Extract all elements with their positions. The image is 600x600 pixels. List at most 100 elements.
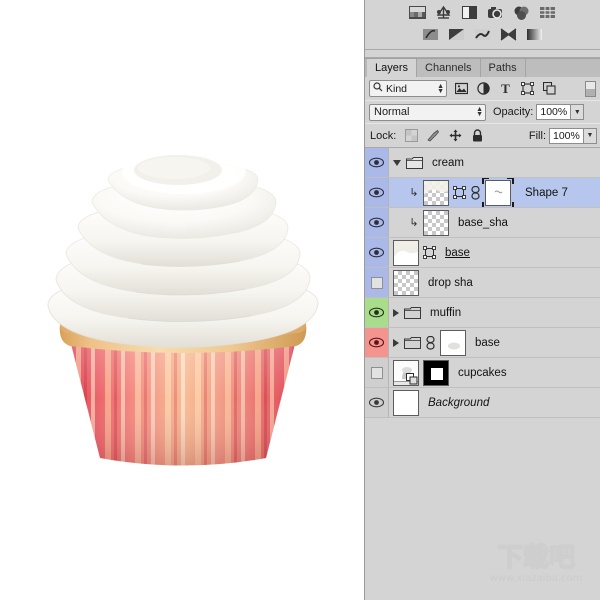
levels-icon[interactable] xyxy=(435,5,452,21)
layer-thumbnail-cupcakes[interactable] xyxy=(393,359,419,386)
layer-body-base-sha[interactable]: ↳ base_sha xyxy=(389,208,600,237)
opacity-input[interactable]: 100% xyxy=(536,104,572,120)
exposure-icon[interactable] xyxy=(487,5,504,21)
eye-icon xyxy=(369,337,384,348)
layer-name-base-sha[interactable]: base_sha xyxy=(458,217,508,229)
layer-name-base-group[interactable]: base xyxy=(475,337,500,349)
layer-body-base-group[interactable]: base xyxy=(389,328,600,357)
layer-body-base-shape[interactable]: base xyxy=(389,238,600,267)
lock-transparency-icon[interactable] xyxy=(405,129,419,142)
layer-row-background[interactable]: Background xyxy=(365,388,600,418)
layer-body-drop-sha[interactable]: drop sha xyxy=(389,268,600,297)
layer-name-cream[interactable]: cream xyxy=(432,157,464,169)
visibility-off-icon[interactable] xyxy=(370,366,383,379)
filter-pixel-layers-icon[interactable] xyxy=(454,82,469,95)
cupcake-illustration xyxy=(47,150,319,466)
layer-thumbnail-background[interactable] xyxy=(393,389,419,416)
layer-row-base-shape[interactable]: base xyxy=(365,238,600,268)
visibility-toggle-shape-7[interactable] xyxy=(365,178,389,207)
layer-row-muffin[interactable]: muffin xyxy=(365,298,600,328)
filter-kind-select[interactable]: Kind ▲ ▼ xyxy=(369,80,447,97)
visibility-toggle-background[interactable] xyxy=(365,388,389,417)
photoshop-window: Layers Channels Paths Kind ▲ ▼ T Normal … xyxy=(0,0,600,600)
layer-row-drop-sha[interactable]: drop sha xyxy=(365,268,600,298)
brightness-contrast-icon[interactable] xyxy=(409,5,426,21)
opacity-dropdown-button[interactable]: ▼ xyxy=(571,104,585,120)
layer-mask-thumbnail-base-group[interactable] xyxy=(440,329,466,356)
clipping-mask-arrow-icon: ↳ xyxy=(409,187,419,199)
group-expand-triangle-icon[interactable] xyxy=(393,159,401,166)
color-balance-icon[interactable] xyxy=(422,27,439,43)
layer-thumbnail-drop-sha[interactable] xyxy=(393,269,419,296)
svg-text:T: T xyxy=(501,82,510,95)
visibility-toggle-base-sha[interactable] xyxy=(365,208,389,237)
canvas-area[interactable] xyxy=(0,0,364,600)
eye-icon xyxy=(369,187,384,198)
cupcake-artwork xyxy=(8,128,358,473)
group-expand-triangle-icon[interactable] xyxy=(393,338,399,347)
blend-row: Normal ▲ ▼ Opacity: 100% ▼ xyxy=(365,101,600,123)
layer-row-shape-7[interactable]: ↳ Shape 7 xyxy=(365,178,600,208)
layer-body-cupcakes[interactable]: cupcakes xyxy=(389,358,600,387)
tab-channels[interactable]: Channels xyxy=(417,59,481,77)
fill-label: Fill: xyxy=(528,129,546,142)
layer-row-cream[interactable]: cream xyxy=(365,148,600,178)
layer-body-background[interactable]: Background xyxy=(389,388,600,417)
visibility-toggle-base-shape[interactable] xyxy=(365,238,389,267)
vector-mask-thumbnail-shape-7[interactable] xyxy=(482,178,514,207)
link-icon[interactable] xyxy=(470,185,481,200)
lock-position-icon[interactable] xyxy=(449,129,462,142)
layer-name-drop-sha[interactable]: drop sha xyxy=(428,277,473,289)
layer-row-cupcakes[interactable]: cupcakes xyxy=(365,358,600,388)
curves-icon[interactable] xyxy=(461,5,478,21)
channel-mixer-icon[interactable] xyxy=(500,27,517,43)
layer-row-base-group[interactable]: base xyxy=(365,328,600,358)
visibility-toggle-cupcakes[interactable] xyxy=(365,358,389,387)
layer-row-base-sha[interactable]: ↳ base_sha xyxy=(365,208,600,238)
eye-icon xyxy=(369,247,384,258)
hue-saturation-icon[interactable] xyxy=(539,5,556,21)
layer-name-background[interactable]: Background xyxy=(428,397,489,409)
layer-mask-thumbnail-cupcakes[interactable] xyxy=(423,359,449,386)
vibrance-icon[interactable] xyxy=(513,5,530,21)
layer-name-base-shape[interactable]: base xyxy=(445,247,470,259)
lock-image-icon[interactable] xyxy=(427,129,440,142)
link-icon[interactable] xyxy=(425,335,436,350)
layer-thumbnail-base-sha[interactable] xyxy=(423,209,449,236)
filter-icons: T xyxy=(454,81,556,96)
filter-type-layers-icon[interactable]: T xyxy=(499,81,512,96)
vector-mask-badge-icon[interactable] xyxy=(423,246,436,259)
visibility-off-icon[interactable] xyxy=(370,276,383,289)
layer-body-cream[interactable]: cream xyxy=(389,148,600,177)
visibility-toggle-muffin[interactable] xyxy=(365,298,389,327)
layer-name-cupcakes[interactable]: cupcakes xyxy=(458,367,507,379)
lock-all-icon[interactable] xyxy=(471,129,484,142)
layers-panel-empty-area xyxy=(365,418,600,528)
filter-adjustment-layers-icon[interactable] xyxy=(477,82,490,95)
photo-filter-icon[interactable] xyxy=(474,27,491,43)
gradient-map-icon[interactable] xyxy=(526,27,543,43)
visibility-toggle-drop-sha[interactable] xyxy=(365,268,389,297)
adjustments-strip xyxy=(365,0,600,49)
lock-row: Lock: Fill: 100% ▼ xyxy=(365,124,600,147)
black-white-icon[interactable] xyxy=(448,27,465,43)
filter-shape-layers-icon[interactable] xyxy=(521,82,534,95)
layer-body-muffin[interactable]: muffin xyxy=(389,298,600,327)
blend-mode-select[interactable]: Normal ▲ ▼ xyxy=(369,103,486,121)
layer-thumbnail-base-shape[interactable] xyxy=(393,239,419,266)
group-expand-triangle-icon[interactable] xyxy=(393,308,399,317)
visibility-toggle-cream[interactable] xyxy=(365,148,389,177)
layer-body-shape-7[interactable]: ↳ Shape 7 xyxy=(389,178,600,207)
folder-icon xyxy=(404,306,421,319)
filter-enable-toggle[interactable] xyxy=(585,80,596,97)
vector-mask-badge-icon[interactable] xyxy=(453,186,466,199)
tab-layers[interactable]: Layers xyxy=(367,59,418,77)
fill-input[interactable]: 100% xyxy=(549,127,584,144)
tab-paths[interactable]: Paths xyxy=(480,59,526,77)
fill-dropdown-button[interactable]: ▼ xyxy=(584,127,597,144)
layer-name-muffin[interactable]: muffin xyxy=(430,307,461,319)
filter-smart-object-icon[interactable] xyxy=(542,81,556,95)
layer-thumbnail-shape-7[interactable] xyxy=(423,179,449,206)
visibility-toggle-base-group[interactable] xyxy=(365,328,389,357)
layer-name-shape-7[interactable]: Shape 7 xyxy=(525,187,568,199)
